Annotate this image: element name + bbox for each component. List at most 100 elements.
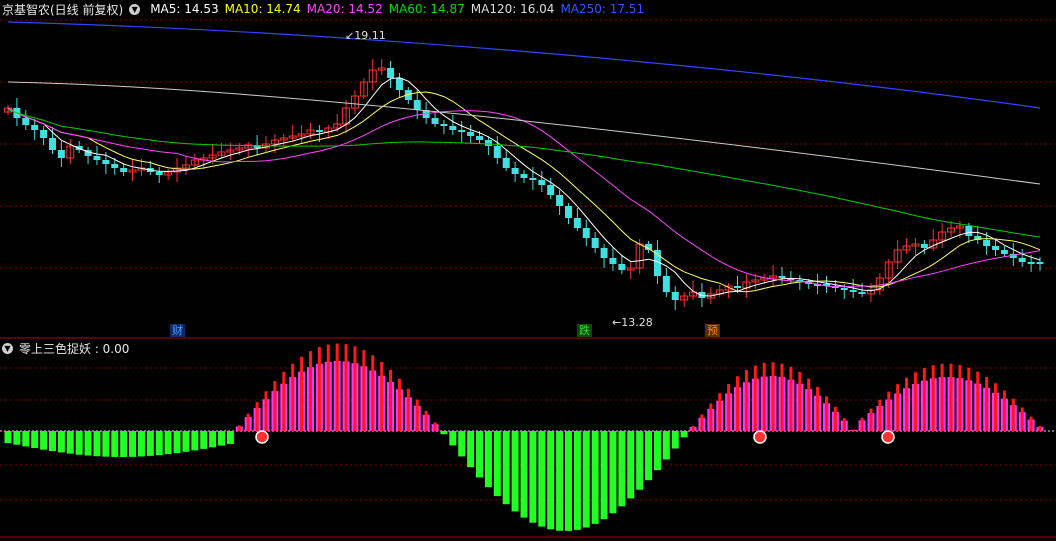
candle-body-down <box>858 292 866 294</box>
histogram-bar-negative <box>93 431 101 457</box>
histogram-signal-bar <box>308 351 312 431</box>
candle-body-down <box>564 206 572 218</box>
ma10-label: MA10: 14.74 <box>224 2 301 16</box>
candle-body-down <box>849 290 857 292</box>
histogram-signal-bar <box>718 393 722 431</box>
histogram-signal-bar <box>736 376 740 431</box>
histogram-bar-negative <box>4 431 12 443</box>
candle-body-down <box>992 246 1000 250</box>
histogram-bar-negative <box>57 431 65 453</box>
histogram-signal-bar <box>300 356 304 431</box>
histogram-signal-bar <box>344 344 348 431</box>
histogram-signal-bar <box>967 367 971 431</box>
histogram-bar-negative <box>600 431 608 520</box>
candle-body-down <box>582 228 590 238</box>
histogram-signal-bar <box>371 355 375 431</box>
candle-body-down <box>778 276 786 278</box>
histogram-signal-bar <box>931 365 935 431</box>
histogram-signal-bar <box>353 346 357 431</box>
histogram-bar-negative <box>502 431 510 505</box>
histogram-signal-bar <box>317 347 321 431</box>
histogram-bar-negative <box>573 431 581 530</box>
histogram-signal-bar <box>976 371 980 431</box>
candle-body-down <box>573 218 581 228</box>
histogram-bar-negative <box>173 431 181 454</box>
chevron-down-icon[interactable]: ▼ <box>129 3 141 15</box>
histogram-signal-bar <box>869 408 873 431</box>
candle-body-down <box>493 146 501 158</box>
histogram-signal-bar <box>709 403 713 431</box>
histogram-bar-negative <box>48 431 56 452</box>
histogram-signal-bar <box>380 361 384 431</box>
histogram-bar-negative <box>182 431 190 452</box>
candle-body-down <box>93 156 101 160</box>
histogram-bar-negative <box>129 431 137 457</box>
low-price-label: ←13.28 <box>612 316 653 329</box>
histogram-signal-bar <box>887 391 891 431</box>
drop-marker[interactable]: 跌 <box>577 324 592 337</box>
histogram-signal-bar <box>780 363 784 431</box>
histogram-bar-negative <box>627 431 635 499</box>
histogram-signal-bar <box>744 370 748 431</box>
histogram-signal-bar <box>913 372 917 431</box>
histogram-signal-bar <box>994 383 998 431</box>
histogram-bar-negative <box>680 431 688 438</box>
candle-body-down <box>31 125 39 130</box>
histogram-bar-negative <box>671 431 679 449</box>
histogram-bar-negative <box>591 431 599 524</box>
histogram-signal-bar <box>727 384 731 431</box>
ma20-label: MA20: 14.52 <box>306 2 383 16</box>
histogram-bar-negative <box>547 431 555 530</box>
histogram-signal-bar <box>753 365 757 431</box>
histogram-signal-bar <box>415 399 419 431</box>
candle-body-down <box>1018 258 1026 262</box>
price-legend: 京基智农(日线 前复权) ▼ MA5: 14.53 MA10: 14.74 MA… <box>2 1 644 17</box>
histogram-bar-negative <box>618 431 626 507</box>
histogram-bar-negative <box>226 431 234 444</box>
indicator-title[interactable]: 零上三色捉妖 : 0.00 <box>19 340 129 357</box>
candle-body-down <box>111 164 119 168</box>
histogram-signal-bar <box>397 378 401 431</box>
histogram-signal-bar <box>273 381 277 431</box>
candle-body-down <box>547 185 555 195</box>
forecast-marker[interactable]: 预 <box>705 324 720 337</box>
candle-body-down <box>484 140 492 146</box>
histogram-signal-bar <box>842 418 846 431</box>
histogram-bar-negative <box>493 431 501 497</box>
histogram-signal-bar <box>1038 426 1042 431</box>
stock-title[interactable]: 京基智农(日线 前复权) <box>2 1 123 18</box>
histogram-signal-bar <box>691 425 695 431</box>
candle-body-down <box>1036 262 1044 264</box>
candle-body-down <box>538 180 546 185</box>
histogram-bar-negative <box>146 431 154 456</box>
histogram-signal-bar <box>326 344 330 431</box>
candle-body-down <box>458 130 466 132</box>
histogram-bar-negative <box>164 431 172 455</box>
histogram-signal-bar <box>896 384 900 431</box>
histogram-signal-bar <box>291 363 295 431</box>
candle-body-down <box>467 132 475 136</box>
chart-canvas[interactable] <box>0 0 1056 541</box>
finance-marker[interactable]: 财 <box>170 324 185 337</box>
histogram-bar-negative <box>40 431 48 450</box>
candle-body-down <box>920 244 928 248</box>
histogram-signal-bar <box>878 399 882 431</box>
histogram-signal-bar <box>860 417 864 431</box>
indicator-legend: ▼ 零上三色捉妖 : 0.00 <box>2 340 129 356</box>
signal-ball-icon <box>255 430 269 444</box>
ma20-line <box>7 107 1041 288</box>
histogram-signal-bar <box>362 350 366 431</box>
histogram-signal-bar <box>833 406 837 431</box>
low-price-value: 13.28 <box>621 316 653 329</box>
histogram-bar-negative <box>511 431 519 512</box>
candle-body-down <box>609 258 617 264</box>
candle-body-down <box>840 288 848 290</box>
histogram-signal-bar <box>433 422 437 431</box>
chevron-down-icon[interactable]: ▼ <box>2 342 13 354</box>
candle-body-down <box>556 195 564 206</box>
histogram-signal-bar <box>789 366 793 431</box>
candle-body-down <box>57 150 65 158</box>
histogram-signal-bar <box>255 402 259 431</box>
histogram-bar-negative <box>653 431 661 471</box>
candle-body-down <box>476 136 484 140</box>
